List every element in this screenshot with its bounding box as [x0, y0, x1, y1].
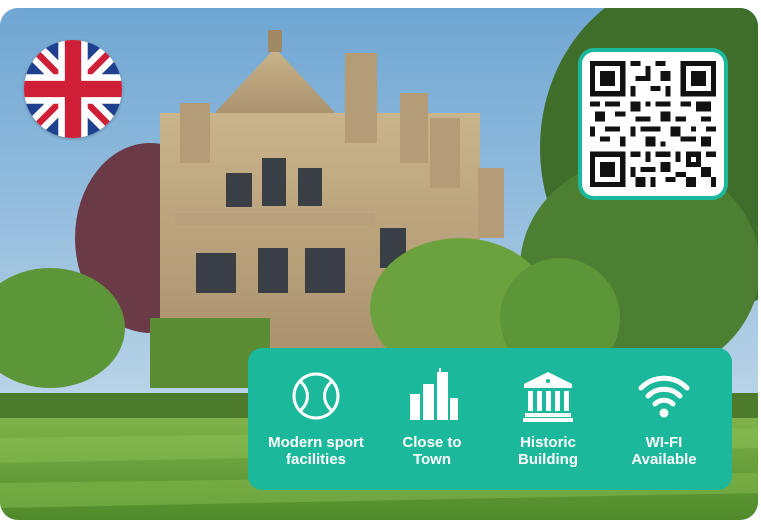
- feature-label-line1: WI-FI: [645, 434, 683, 451]
- uk-flag-icon[interactable]: [24, 40, 122, 138]
- feature-label-line2: facilities: [285, 451, 347, 468]
- feature-label: Close to Town: [402, 434, 461, 468]
- feature-label-line2: Town: [412, 451, 452, 468]
- city-buildings-icon: [410, 368, 458, 420]
- promo-card: Modern sport facilities Close to Town Hi…: [0, 8, 758, 520]
- feature-label: Modern sport facilities: [268, 434, 364, 468]
- wifi-icon: [638, 375, 690, 418]
- historic-building-icon: [523, 372, 573, 422]
- feature-label-line1: Close to: [402, 434, 462, 451]
- feature-historic-building: Historic Building: [493, 368, 603, 468]
- feature-wifi: WI-FI Available: [609, 368, 719, 468]
- feature-close-to-town: Close to Town: [377, 368, 487, 468]
- feature-label: WI-FI Available: [631, 434, 696, 468]
- qr-code-frame[interactable]: [578, 48, 728, 200]
- feature-sport-facilities: Modern sport facilities: [261, 368, 371, 468]
- tennis-ball-icon: [292, 372, 340, 420]
- feature-label-line2: Available: [631, 451, 697, 468]
- feature-label-line1: Historic: [520, 434, 576, 451]
- features-panel: Modern sport facilities Close to Town Hi…: [248, 348, 732, 490]
- feature-label-line2: Building: [518, 451, 578, 468]
- feature-label-line1: Modern sport: [268, 434, 364, 451]
- qr-code-icon: [590, 61, 716, 187]
- feature-label: Historic Building: [518, 434, 578, 468]
